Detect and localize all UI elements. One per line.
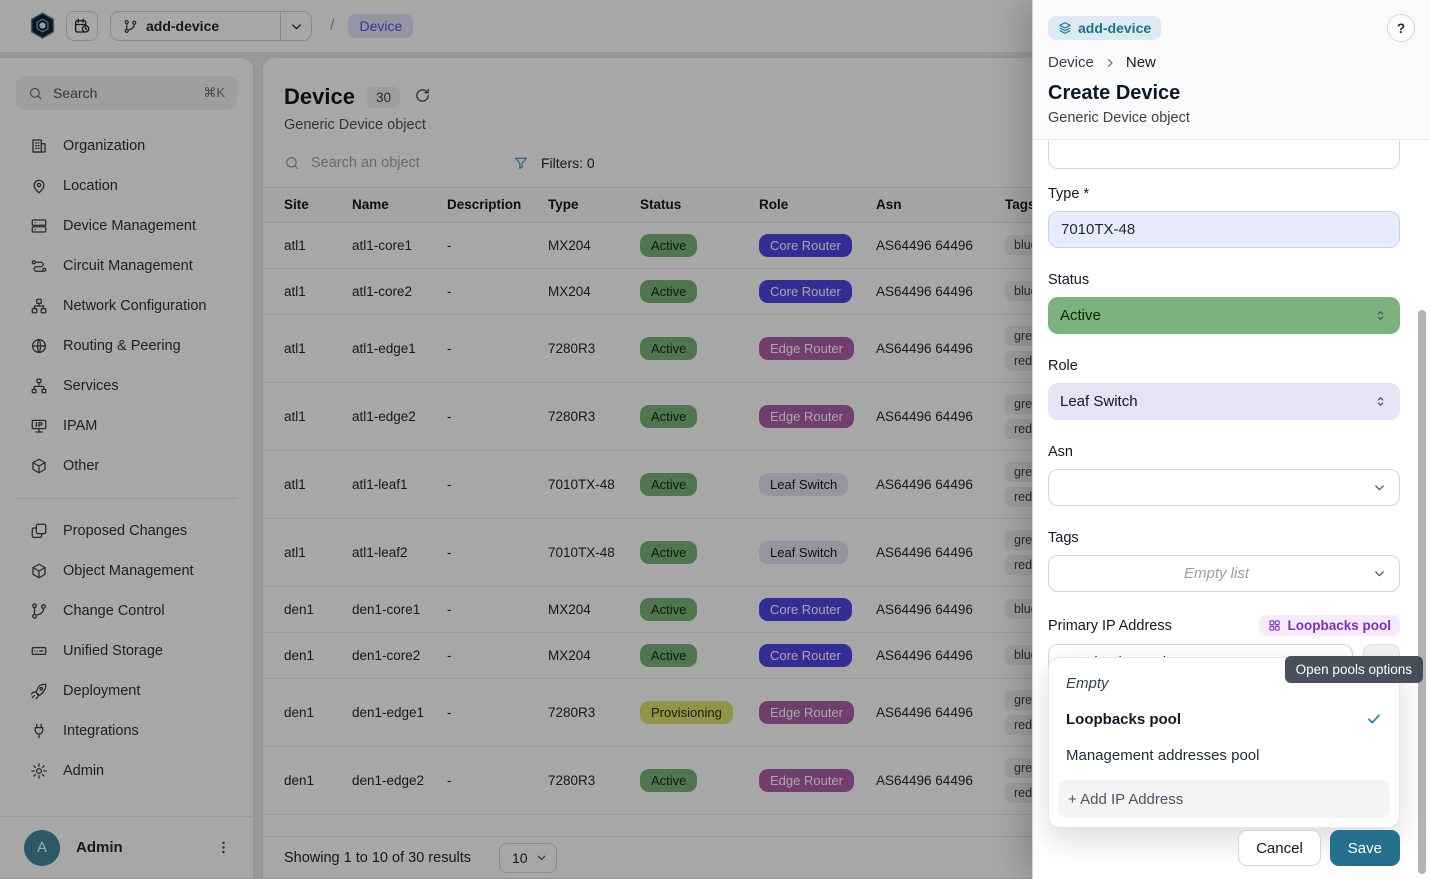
unfold-icon [1373, 394, 1388, 409]
dropdown-option-management-addresses-pool[interactable]: Management addresses pool [1049, 737, 1399, 773]
drawer-title: Create Device [1048, 82, 1414, 105]
type-label: Type * [1048, 185, 1400, 203]
pool-badge[interactable]: Loopbacks pool [1259, 615, 1400, 636]
pool-badge-label: Loopbacks pool [1287, 618, 1391, 633]
role-select[interactable]: Leaf Switch [1048, 383, 1400, 420]
save-button[interactable]: Save [1330, 830, 1400, 866]
tooltip: Open pools options [1285, 656, 1423, 683]
branch-chip-label: add-device [1078, 20, 1151, 36]
drawer-subtitle: Generic Device object [1048, 110, 1414, 126]
help-button[interactable]: ? [1387, 14, 1415, 42]
grid-icon [1268, 619, 1281, 632]
tags-placeholder: Empty list [1061, 565, 1372, 582]
role-value: Leaf Switch [1060, 393, 1138, 410]
layers-icon [1058, 21, 1072, 35]
primary-ip-label: Primary IP Address [1048, 618, 1172, 634]
chevron-down-icon [1372, 480, 1387, 495]
branch-chip[interactable]: add-device [1048, 16, 1161, 40]
add-ip-address-button[interactable]: + Add IP Address [1058, 780, 1390, 818]
check-icon [1366, 711, 1382, 727]
create-device-drawer: add-device ? Device New Create Device Ge… [1032, 0, 1429, 879]
unfold-icon [1373, 308, 1388, 323]
drawer-breadcrumb: Device New [1048, 54, 1414, 71]
app-root: add-device / Device Search ⌘K Organizati… [0, 0, 1429, 879]
type-input[interactable]: 7010TX-48 [1048, 211, 1400, 248]
asn-select[interactable] [1048, 469, 1400, 506]
tags-label: Tags [1048, 529, 1400, 547]
drawer-scrollbar[interactable] [1418, 310, 1426, 874]
tags-select[interactable]: Empty list [1048, 555, 1400, 592]
drawer-header: add-device ? Device New Create Device Ge… [1033, 0, 1429, 140]
role-label: Role [1048, 357, 1400, 375]
type-value: 7010TX-48 [1061, 221, 1135, 238]
status-label: Status [1048, 271, 1400, 289]
chevron-right-icon [1104, 57, 1116, 69]
status-select[interactable]: Active [1048, 297, 1400, 334]
breadcrumb-parent[interactable]: Device [1048, 54, 1094, 71]
chevron-down-icon [1372, 566, 1387, 581]
status-value: Active [1060, 307, 1101, 324]
dropdown-option-loopbacks-pool[interactable]: Loopbacks pool [1049, 701, 1399, 737]
drawer-overlay[interactable] [0, 0, 1032, 879]
asn-label: Asn [1048, 443, 1400, 461]
cancel-button[interactable]: Cancel [1238, 830, 1321, 866]
scrolled-field[interactable] [1048, 141, 1400, 169]
breadcrumb-current: New [1126, 54, 1156, 71]
